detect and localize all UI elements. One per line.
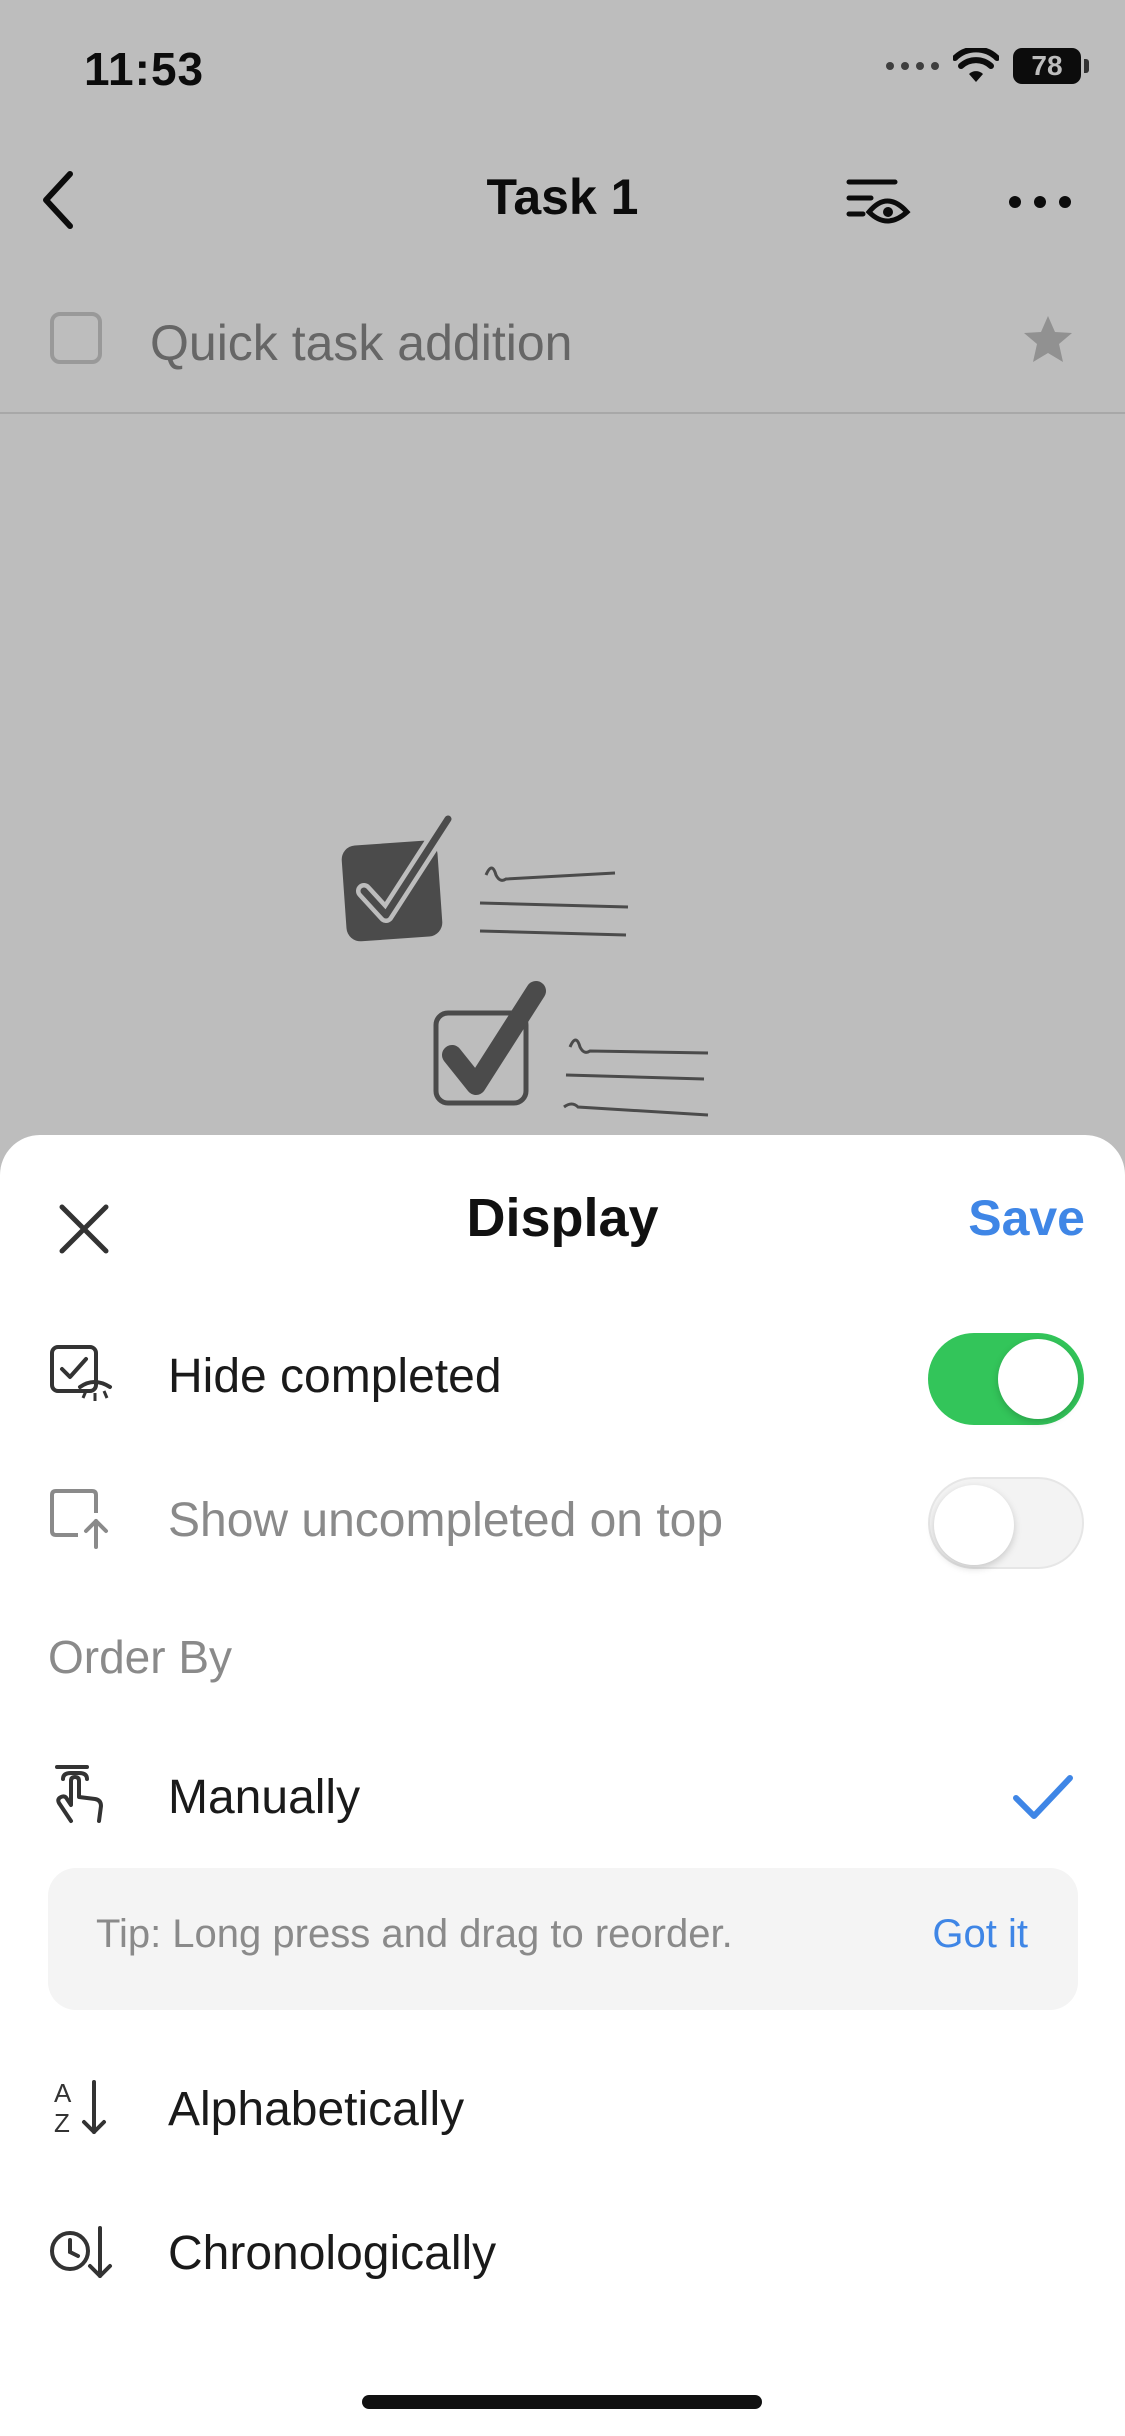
show-uncompleted-on-top-toggle[interactable] — [928, 1477, 1084, 1569]
hide-completed-row[interactable]: Hide completed — [0, 1319, 1125, 1429]
move-to-top-icon — [48, 1485, 114, 1551]
show-uncompleted-on-top-row[interactable]: Show uncompleted on top — [0, 1463, 1125, 1573]
home-indicator[interactable] — [362, 2395, 762, 2409]
screen: 11:53 78 Task 1 Quick task addition Disp… — [0, 0, 1125, 2436]
order-manually-option[interactable]: Manually — [0, 1740, 1125, 1850]
save-button[interactable]: Save — [968, 1189, 1085, 1247]
svg-text:Z: Z — [54, 2108, 70, 2138]
sheet-header: Display Save — [0, 1135, 1125, 1305]
checkmark-icon — [1013, 1775, 1073, 1819]
hide-completed-label: Hide completed — [168, 1350, 502, 1403]
show-uncompleted-on-top-label: Show uncompleted on top — [168, 1494, 724, 1547]
hand-drag-icon — [48, 1762, 114, 1828]
order-chronologically-label: Chronologically — [168, 2227, 497, 2280]
order-chronologically-option[interactable]: Chronologically — [0, 2196, 1125, 2306]
svg-text:A: A — [54, 2078, 72, 2108]
tip-dismiss-button[interactable]: Got it — [932, 1912, 1028, 1957]
sheet-title: Display — [466, 1188, 659, 1248]
hide-completed-icon — [48, 1341, 114, 1407]
hide-completed-toggle[interactable] — [928, 1333, 1084, 1425]
order-alphabetically-label: Alphabetically — [168, 2083, 465, 2136]
order-manually-label: Manually — [168, 1771, 361, 1824]
reorder-tip: Tip: Long press and drag to reorder. Got… — [48, 1868, 1078, 2010]
tip-text: Tip: Long press and drag to reorder. — [96, 1912, 733, 1956]
sort-alpha-icon: A Z — [48, 2074, 114, 2140]
order-alphabetically-option[interactable]: A Z Alphabetically — [0, 2052, 1125, 2162]
order-by-header: Order By — [48, 1631, 233, 1683]
sort-clock-icon — [48, 2218, 114, 2284]
